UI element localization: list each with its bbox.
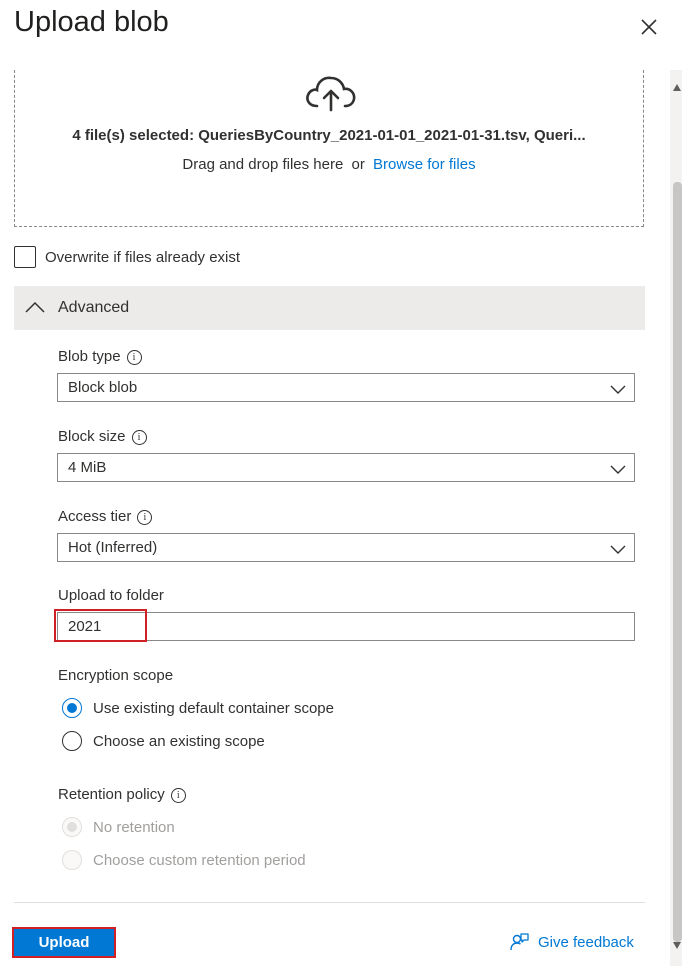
footer-divider — [14, 902, 645, 903]
access-tier-select[interactable]: Hot (Inferred) — [57, 533, 635, 562]
panel-header: Upload blob — [0, 0, 682, 70]
retention-policy-label: Retention policy i — [58, 786, 186, 803]
radio-custom-retention — [62, 850, 82, 870]
radio-existing-scope-label: Choose an existing scope — [93, 733, 265, 750]
radio-no-retention-label: No retention — [93, 819, 175, 836]
scroll-up-arrow-icon[interactable] — [673, 84, 681, 91]
overwrite-label: Overwrite if files already exist — [45, 249, 241, 266]
overwrite-checkbox[interactable] — [14, 246, 36, 268]
radio-custom-retention-label: Choose custom retention period — [93, 852, 306, 869]
panel-body: 4 file(s) selected: QueriesByCountry_202… — [0, 70, 668, 900]
block-size-value: 4 MiB — [68, 459, 107, 476]
info-icon[interactable]: i — [131, 430, 147, 445]
info-icon[interactable]: i — [170, 788, 186, 803]
chevron-down-icon — [610, 462, 626, 474]
block-size-select[interactable]: 4 MiB — [57, 453, 635, 482]
close-icon[interactable] — [636, 14, 662, 40]
drag-drop-text: Drag and drop files here — [182, 156, 344, 173]
upload-folder-label-text: Upload to folder — [58, 587, 164, 604]
access-tier-value: Hot (Inferred) — [68, 539, 158, 556]
encryption-scope-label-text: Encryption scope — [58, 667, 174, 684]
info-icon[interactable]: i — [126, 350, 142, 365]
scroll-down-arrow-icon[interactable] — [673, 942, 681, 949]
blob-type-select[interactable]: Block blob — [57, 373, 635, 402]
upload-highlight-box — [12, 927, 116, 958]
info-icon[interactable]: i — [137, 510, 153, 525]
advanced-label: Advanced — [58, 299, 130, 316]
or-text: or — [351, 156, 365, 173]
access-tier-label: Access tier i — [58, 508, 153, 525]
blob-type-label-text: Blob type — [58, 348, 121, 365]
chevron-down-icon — [610, 382, 626, 394]
advanced-toggle[interactable]: Advanced — [14, 286, 645, 330]
scroll-thumb[interactable] — [673, 182, 682, 942]
file-dropzone[interactable]: 4 file(s) selected: QueriesByCountry_202… — [14, 70, 644, 227]
block-size-label: Block size i — [58, 428, 147, 445]
chevron-up-icon — [24, 299, 46, 315]
blob-type-value: Block blob — [68, 379, 138, 396]
radio-default-scope[interactable] — [62, 698, 82, 718]
retention-policy-label-text: Retention policy — [58, 786, 165, 803]
selected-files-text: 4 file(s) selected: QueriesByCountry_202… — [72, 127, 586, 144]
panel-title: Upload blob — [14, 6, 169, 38]
give-feedback-label: Give feedback — [538, 934, 634, 951]
chevron-down-icon — [610, 542, 626, 554]
cloud-upload-icon — [303, 72, 359, 114]
radio-existing-scope[interactable] — [62, 731, 82, 751]
drag-drop-line: Drag and drop files here or Browse for f… — [15, 156, 643, 173]
radio-default-scope-label: Use existing default container scope — [93, 700, 334, 717]
access-tier-label-text: Access tier — [58, 508, 132, 525]
vertical-scrollbar[interactable] — [670, 70, 682, 966]
encryption-scope-label: Encryption scope — [58, 667, 173, 684]
blob-type-label: Blob type i — [58, 348, 142, 365]
browse-files-link[interactable]: Browse for files — [373, 156, 476, 173]
radio-no-retention — [62, 817, 82, 837]
upload-folder-label: Upload to folder — [58, 587, 164, 604]
feedback-icon — [509, 932, 529, 952]
block-size-label-text: Block size — [58, 428, 126, 445]
folder-highlight-box — [54, 609, 147, 642]
